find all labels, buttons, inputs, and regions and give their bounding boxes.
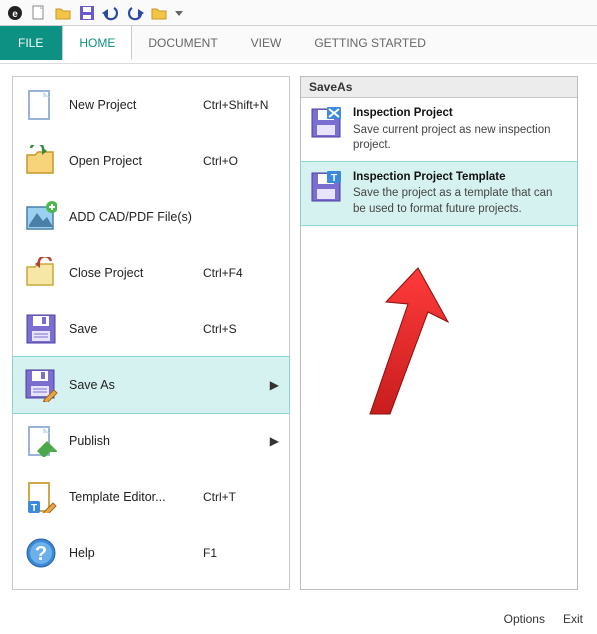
new-doc-icon[interactable] [30,4,48,22]
quick-access-toolbar: e [0,0,597,26]
backstage-content: New Project Ctrl+Shift+N Open Project Ct… [0,64,597,590]
sub-item-desc: Save the project as a template that can … [353,186,567,217]
tab-document[interactable]: DOCUMENT [132,26,234,60]
open-project-icon [23,143,59,179]
svg-text:T: T [331,173,337,184]
menu-label: Template Editor... [69,490,203,504]
submenu-arrow-icon: ▶ [269,378,281,392]
footer-exit[interactable]: Exit [563,612,583,626]
undo-icon[interactable] [102,4,120,22]
sub-item-title: Inspection Project Template [353,170,567,186]
menu-label: Close Project [69,266,203,280]
menu-label: Publish [69,434,191,448]
menu-item-save-as[interactable]: Save As ▶ [12,356,290,414]
publish-icon [23,423,59,459]
menu-shortcut: Ctrl+F4 [203,266,281,280]
tab-getting-started[interactable]: GETTING STARTED [298,26,443,60]
tab-file[interactable]: FILE [0,26,62,60]
add-cad-icon [23,199,59,235]
new-project-icon [23,87,59,123]
help-icon: ? [23,535,59,571]
save-as-icon [23,367,59,403]
menu-item-add-cad[interactable]: ADD CAD/PDF File(s) [13,189,289,245]
menu-shortcut: F1 [203,546,281,560]
menu-item-new-project[interactable]: New Project Ctrl+Shift+N [13,77,289,133]
template-editor-icon: T [23,479,59,515]
close-project-icon [23,255,59,291]
sub-item-desc: Save current project as new inspection p… [353,123,567,154]
saveas-subpanel: SaveAs Inspection Project Save current p… [300,76,578,590]
sub-item-inspection-project[interactable]: Inspection Project Save current project … [301,98,577,162]
sub-item-title: Inspection Project [353,106,567,122]
ribbon-tabs: FILE HOME DOCUMENT VIEW GETTING STARTED [0,26,597,60]
menu-item-publish[interactable]: Publish ▶ [13,413,289,469]
sub-item-inspection-template[interactable]: T Inspection Project Template Save the p… [300,161,578,227]
menu-label: New Project [69,98,203,112]
menu-item-save[interactable]: Save Ctrl+S [13,301,289,357]
menu-label: Save As [69,378,191,392]
open-folder-icon-2[interactable] [150,4,168,22]
save-disk-icon[interactable] [78,4,96,22]
svg-text:T: T [31,503,37,513]
menu-label: Save [69,322,203,336]
menu-shortcut: Ctrl+S [203,322,281,336]
redo-icon[interactable] [126,4,144,22]
logo-icon[interactable]: e [6,4,24,22]
menu-shortcut: Ctrl+T [203,490,281,504]
menu-shortcut: Ctrl+O [203,154,281,168]
open-folder-icon[interactable] [54,4,72,22]
tab-home[interactable]: HOME [62,26,132,60]
qat-dropdown-icon[interactable] [174,4,184,22]
menu-item-help[interactable]: ? Help F1 [13,525,289,581]
submenu-arrow-icon: ▶ [269,434,281,448]
svg-text:e: e [12,9,18,20]
menu-shortcut: Ctrl+Shift+N [203,98,281,112]
subpanel-title: SaveAs [301,77,577,98]
menu-label: Help [69,546,203,560]
inspection-template-icon: T [309,170,343,204]
menu-item-close-project[interactable]: Close Project Ctrl+F4 [13,245,289,301]
menu-item-template-editor[interactable]: T Template Editor... Ctrl+T [13,469,289,525]
save-icon [23,311,59,347]
footer-options[interactable]: Options [504,612,545,626]
file-menu: New Project Ctrl+Shift+N Open Project Ct… [12,76,290,590]
menu-label: Open Project [69,154,203,168]
svg-text:?: ? [35,543,47,565]
sub-item-text: Inspection Project Save current project … [353,106,567,154]
menu-item-open-project[interactable]: Open Project Ctrl+O [13,133,289,189]
menu-label: ADD CAD/PDF File(s) [69,210,203,224]
inspection-project-icon [309,106,343,140]
tab-view[interactable]: VIEW [235,26,299,60]
sub-item-text: Inspection Project Template Save the pro… [353,170,567,218]
backstage-footer: Options Exit [504,606,597,634]
